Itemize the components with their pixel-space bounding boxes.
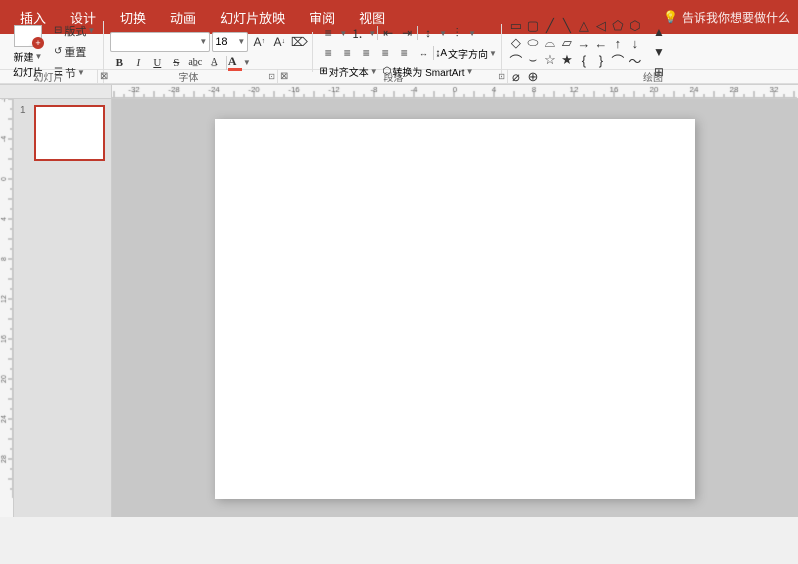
list-divider xyxy=(377,26,378,40)
menu-animations[interactable]: 动画 xyxy=(158,0,208,34)
para-expand-icon[interactable]: ⊠ xyxy=(280,71,288,82)
align-buttons-row: ≡ ≡ ≡ ≡ ≡ ↔ ↨A 文字方向 ▼ xyxy=(319,44,497,62)
align-right-button[interactable]: ≡ xyxy=(357,44,375,62)
layout-button[interactable]: ⊟ 版式 ▼ xyxy=(50,21,99,41)
ribbon-section-labels: 幻灯片 ⊠ 字体 ⊡ ⊠ 段落 ⊡ 绘图 xyxy=(0,70,798,84)
text-direction-btn2[interactable]: ↔ xyxy=(414,44,432,62)
ruler-container xyxy=(0,85,798,99)
font-increase-button[interactable]: A↑ xyxy=(250,33,268,51)
shape-arrow-l[interactable]: ← xyxy=(593,35,609,51)
shape-arc[interactable]: ⌒ xyxy=(610,52,626,68)
font-name-combo[interactable]: ▼ xyxy=(110,32,210,52)
horizontal-ruler xyxy=(112,85,798,99)
shape-hexagon[interactable]: ⬡ xyxy=(627,18,643,34)
font-expand-icon[interactable]: ⊠ xyxy=(100,71,108,82)
font-size-arrow: ▼ xyxy=(237,37,245,46)
shape-callout2[interactable]: ⌣ xyxy=(525,52,541,68)
shape-line2[interactable]: ╲ xyxy=(559,18,575,34)
decrease-indent-button[interactable]: ⇤ xyxy=(379,24,397,42)
para-label-row: ⊠ 段落 ⊡ xyxy=(278,69,508,84)
align-divider xyxy=(433,46,434,60)
reset-button[interactable]: ↺ 重置 xyxy=(50,42,99,62)
font-combos-row: ▼ 18 ▼ A↑ A↓ ⌦ xyxy=(110,32,308,52)
reset-icon: ↺ xyxy=(54,46,62,57)
shape-pentagon[interactable]: ⬠ xyxy=(610,18,626,34)
slides-label: 幻灯片 xyxy=(0,69,98,84)
shape-rect[interactable]: ▭ xyxy=(508,18,524,34)
ribbon: + 新建 ▼ 幻灯片 ⊟ 版式 ▼ ↺ 重置 xyxy=(0,34,798,85)
layout-arrow: ▼ xyxy=(87,26,95,35)
font-dialog-icon[interactable]: ⊡ xyxy=(268,72,275,81)
line-spacing-button[interactable]: ↕ xyxy=(419,24,437,42)
ribbon-row1: + 新建 ▼ 幻灯片 ⊟ 版式 ▼ ↺ 重置 xyxy=(0,34,798,70)
shape-parallelogram[interactable]: ▱ xyxy=(559,35,575,51)
shape-star2[interactable]: ★ xyxy=(559,52,575,68)
indent-divider xyxy=(417,26,418,40)
numbered-list-button[interactable]: ⒈ xyxy=(348,24,366,42)
main-content: 1 xyxy=(0,99,798,517)
shape-line1[interactable]: ╱ xyxy=(542,18,558,34)
menu-transitions[interactable]: 切换 xyxy=(108,0,158,34)
text-direction-button[interactable]: ↨A 文字方向 ▼ xyxy=(435,46,497,61)
numbered-arrow: ▼ xyxy=(368,29,376,38)
vertical-ruler xyxy=(0,99,14,517)
justify-button[interactable]: ≡ xyxy=(376,44,394,62)
columns-arrow: ▼ xyxy=(468,29,476,38)
shape-rtriangle[interactable]: ◁ xyxy=(593,18,609,34)
layout-icon: ⊟ xyxy=(54,25,62,36)
font-decrease-button[interactable]: A↓ xyxy=(270,33,288,51)
font-name-arrow: ▼ xyxy=(199,37,207,46)
shape-wave[interactable]: 〜 xyxy=(627,52,643,68)
ruler-corner xyxy=(0,85,112,99)
shape-brace1[interactable]: { xyxy=(576,52,592,68)
slide-thumbnail-1[interactable] xyxy=(34,105,105,161)
canvas-area[interactable] xyxy=(112,99,798,517)
menu-slideshow[interactable]: 幻灯片放映 xyxy=(208,0,297,34)
shape-rounded-rect[interactable]: ▢ xyxy=(525,18,541,34)
text-direction-icon: ↨A xyxy=(435,48,447,59)
search-bar[interactable]: 💡 告诉我你想要做什么 xyxy=(659,9,790,26)
shape-trapezoid[interactable]: ⌓ xyxy=(542,35,558,51)
shape-star1[interactable]: ☆ xyxy=(542,52,558,68)
bullet-arrow: ▼ xyxy=(339,29,347,38)
font-section-row1: ▼ 18 ▼ A↑ A↓ ⌦ B I U S ab̲c A̲ xyxy=(106,32,313,72)
drawing-label: 绘图 xyxy=(508,69,798,84)
new-slide-icon: + xyxy=(14,25,42,47)
align-center-button[interactable]: ≡ xyxy=(338,44,356,62)
shape-arrow-d[interactable]: ↓ xyxy=(627,35,643,51)
align-justify2-button[interactable]: ≡ xyxy=(395,44,413,62)
search-label: 告诉我你想要做什么 xyxy=(682,9,790,26)
shapes-scroll-down[interactable]: ▼ xyxy=(650,43,668,61)
list-buttons-row: ≡ ▼ ⒈ ▼ ⇤ ⇥ ↕ ▼ ⫶ ▼ xyxy=(319,24,497,42)
shapes-scroll-up[interactable]: ▲ xyxy=(650,23,668,41)
increase-indent-button[interactable]: ⇥ xyxy=(398,24,416,42)
shape-callout1[interactable]: ⌒ xyxy=(508,52,524,68)
shape-arrow-u[interactable]: ↑ xyxy=(610,35,626,51)
shape-diamond[interactable]: ◇ xyxy=(508,35,524,51)
shape-arrow-r[interactable]: → xyxy=(576,35,592,51)
slide-number: 1 xyxy=(20,105,30,116)
bullet-list-button[interactable]: ≡ xyxy=(319,24,337,42)
clear-format-button[interactable]: ⌦ xyxy=(290,33,308,51)
shape-triangle[interactable]: △ xyxy=(576,18,592,34)
new-slide-label: 新建 ▼ xyxy=(14,49,43,64)
slide-panel: 1 xyxy=(14,99,112,517)
columns-button[interactable]: ⫶ xyxy=(448,24,466,42)
slide-canvas[interactable] xyxy=(215,119,695,499)
font-size-combo[interactable]: 18 ▼ xyxy=(212,32,248,52)
align-left-button[interactable]: ≡ xyxy=(319,44,337,62)
font-size-value: 18 xyxy=(215,36,236,48)
font-color-arrow: ▼ xyxy=(243,58,251,67)
para-dialog-icon[interactable]: ⊡ xyxy=(498,72,505,81)
spacing-arrow: ▼ xyxy=(439,29,447,38)
shape-ellipse[interactable]: ⬭ xyxy=(525,35,541,51)
font-label-row: ⊠ 字体 ⊡ xyxy=(98,69,278,84)
text-direction-arrow: ▼ xyxy=(489,49,497,58)
shape-brace2[interactable]: } xyxy=(593,52,609,68)
slide-item-1[interactable]: 1 xyxy=(20,105,105,161)
